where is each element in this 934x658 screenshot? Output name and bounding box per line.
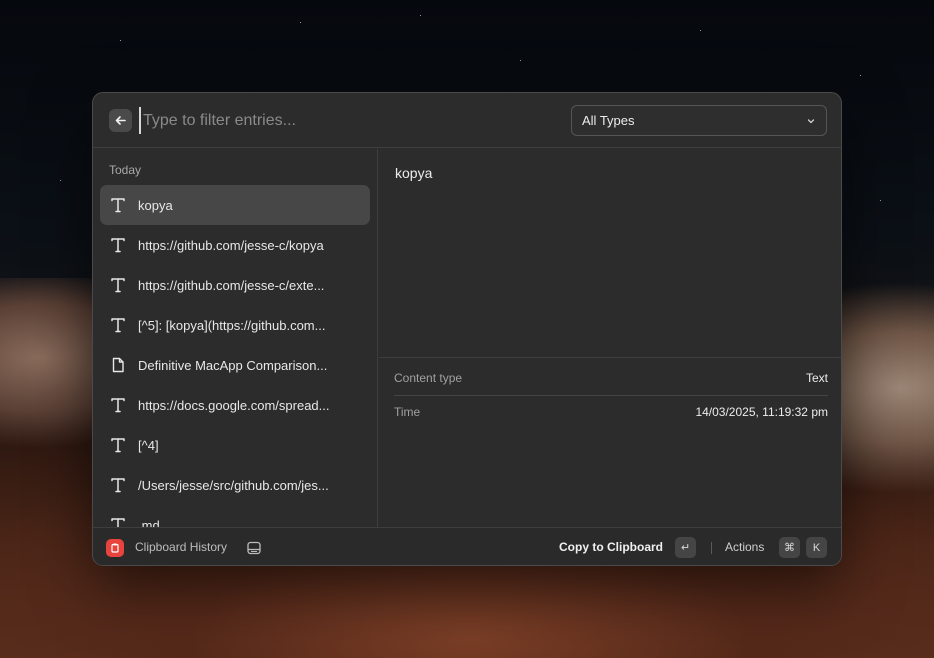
- list-item[interactable]: /Users/jesse/src/github.com/jes...: [100, 465, 370, 505]
- list-item-label: [^4]: [138, 437, 159, 453]
- metadata-section: Content type Text Time 14/03/2025, 11:19…: [379, 357, 841, 419]
- search-input[interactable]: [139, 107, 519, 134]
- content-type-row: Content type Text: [394, 361, 828, 395]
- enter-key-badge: ↵: [675, 537, 696, 558]
- time-value: 14/03/2025, 11:19:32 pm: [695, 405, 828, 419]
- detail-pane: kopya Content type Text Time 14/03/2025,…: [379, 149, 841, 527]
- list-item[interactable]: .md: [100, 505, 370, 527]
- content-type-value: Text: [805, 371, 828, 385]
- text-icon: [109, 236, 127, 254]
- star: [60, 180, 61, 181]
- file-icon: [109, 356, 127, 374]
- app-name: Clipboard History: [135, 540, 228, 554]
- copy-to-clipboard-button[interactable]: Copy to Clipboard: [559, 540, 663, 554]
- arrow-left-icon: [115, 116, 126, 125]
- k-key-badge: K: [806, 537, 827, 558]
- star: [420, 15, 421, 16]
- action-bar: Clipboard History Copy to Clipboard ↵ Ac…: [93, 527, 841, 565]
- footer-divider: [711, 542, 712, 554]
- preview-text: kopya: [395, 165, 433, 181]
- star: [880, 200, 881, 201]
- list-item-label: kopya: [138, 197, 173, 213]
- list-item-label: /Users/jesse/src/github.com/jes...: [138, 477, 329, 493]
- list-item[interactable]: https://github.com/jesse-c/exte...: [100, 265, 370, 305]
- back-button[interactable]: [109, 109, 132, 132]
- list-item-label: https://github.com/jesse-c/exte...: [138, 277, 325, 293]
- list-item-label: Definitive MacApp Comparison...: [138, 357, 328, 373]
- star: [860, 75, 861, 76]
- search-header: All Types: [93, 93, 841, 148]
- text-icon: [109, 276, 127, 294]
- text-icon: [109, 516, 127, 527]
- time-row: Time 14/03/2025, 11:19:32 pm: [394, 395, 828, 429]
- text-icon: [109, 316, 127, 334]
- text-icon: [109, 436, 127, 454]
- command-key-badge: ⌘: [779, 537, 800, 558]
- layout-panel-icon[interactable]: [246, 540, 262, 556]
- text-icon: [109, 476, 127, 494]
- star: [300, 22, 301, 23]
- entries-list: kopya https://github.com/jesse-c/kopya htt…: [100, 185, 370, 527]
- list-item-label: https://github.com/jesse-c/kopya: [138, 237, 324, 253]
- text-icon: [109, 396, 127, 414]
- type-filter-dropdown[interactable]: All Types: [571, 105, 827, 136]
- list-item-label: https://docs.google.com/spread...: [138, 397, 330, 413]
- text-icon: [109, 196, 127, 214]
- actions-button[interactable]: Actions: [725, 540, 764, 554]
- star: [520, 60, 521, 61]
- section-title: Today: [109, 163, 142, 177]
- list-item-label: [^5]: [kopya](https://github.com...: [138, 317, 326, 333]
- list-item[interactable]: https://github.com/jesse-c/kopya: [100, 225, 370, 265]
- clipboard-history-window: All Types Today kopya https://github.com/…: [92, 92, 842, 566]
- list-item[interactable]: kopya: [100, 185, 370, 225]
- star: [120, 40, 121, 41]
- content-type-label: Content type: [394, 371, 463, 385]
- list-item[interactable]: [^5]: [kopya](https://github.com...: [100, 305, 370, 345]
- list-item[interactable]: https://docs.google.com/spread...: [100, 385, 370, 425]
- entries-list-pane[interactable]: Today kopya https://github.com/jesse-c/ko…: [93, 149, 378, 527]
- chevron-down-icon: [807, 118, 815, 123]
- type-filter-value: All Types: [582, 113, 635, 128]
- clipboard-app-icon: [106, 539, 124, 557]
- star: [700, 30, 701, 31]
- time-label: Time: [394, 405, 421, 419]
- list-item[interactable]: Definitive MacApp Comparison...: [100, 345, 370, 385]
- list-item-label: .md: [138, 517, 160, 528]
- list-item[interactable]: [^4]: [100, 425, 370, 465]
